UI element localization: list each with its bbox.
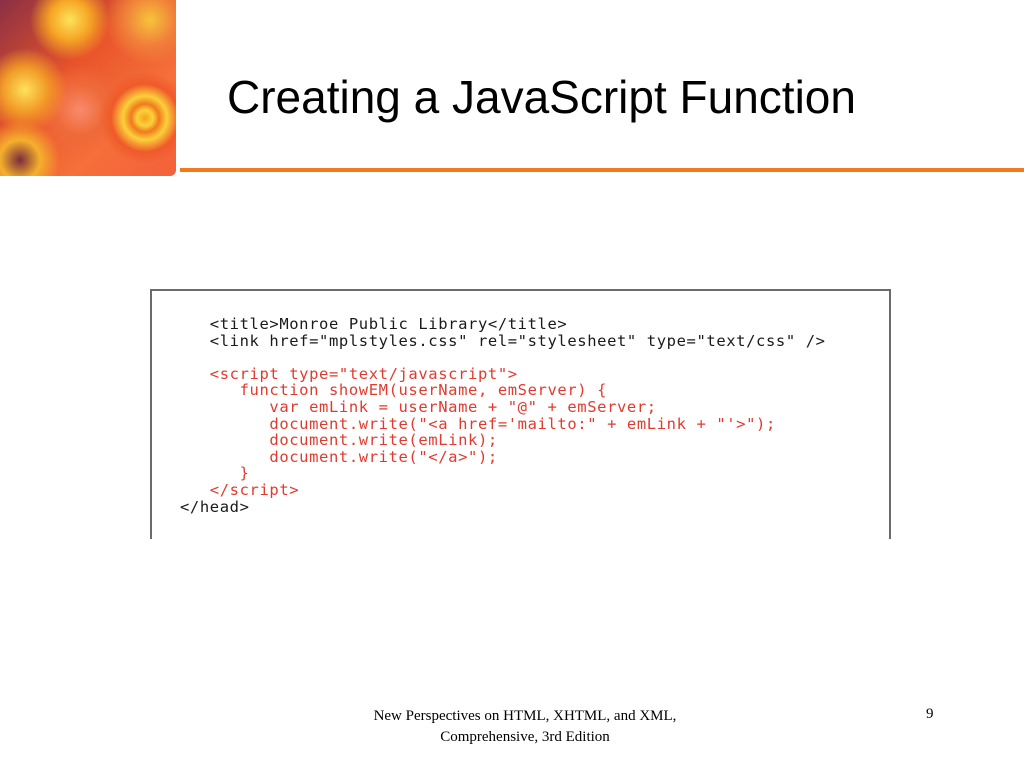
- code-line-text: <script type="text/javascript">: [209, 364, 518, 383]
- footer-line-2: Comprehensive, 3rd Edition: [440, 729, 610, 745]
- slide-title: Creating a JavaScript Function: [227, 71, 856, 123]
- code-line-text: var emLink = userName + "@" + emServer;: [269, 397, 657, 416]
- code-line-text: }: [239, 464, 250, 483]
- code-line: <link href="mplstyles.css" rel="styleshe…: [180, 331, 826, 350]
- code-line: </head>: [180, 497, 826, 516]
- code-line-text: document.write("<a href='mailto:" + emLi…: [269, 414, 776, 433]
- title-divider: [180, 168, 1024, 172]
- code-line-text: </script>: [209, 480, 300, 499]
- code-listing: <title>Monroe Public Library</title> <li…: [180, 316, 826, 515]
- page-number: 9: [926, 706, 934, 722]
- code-line: function showEM(userName, emServer) {: [180, 382, 826, 399]
- code-screenshot: <title>Monroe Public Library</title> <li…: [150, 289, 891, 539]
- code-line: <title>Monroe Public Library</title>: [180, 316, 826, 333]
- footer-text: New Perspectives on HTML, XHTML, and XML…: [330, 706, 720, 748]
- code-line-text: </head>: [180, 497, 250, 516]
- code-line: <script type="text/javascript">: [180, 364, 826, 383]
- decorative-kaleidoscope-image: [0, 0, 176, 176]
- footer-line-1: New Perspectives on HTML, XHTML, and XML…: [373, 708, 677, 724]
- code-line: document.write(emLink);: [180, 432, 826, 449]
- code-line-text: document.write(emLink);: [269, 431, 498, 450]
- code-line: </script>: [180, 482, 826, 499]
- code-line-text: document.write("</a>");: [269, 447, 498, 466]
- code-line-text: <link href="mplstyles.css" rel="styleshe…: [209, 331, 826, 350]
- code-line: document.write("<a href='mailto:" + emLi…: [180, 414, 826, 433]
- code-line: document.write("</a>");: [180, 447, 826, 466]
- code-line: var emLink = userName + "@" + emServer;: [180, 399, 826, 416]
- code-line-text: <title>Monroe Public Library</title>: [209, 315, 568, 333]
- code-line-text: function showEM(userName, emServer) {: [239, 381, 608, 400]
- code-line: }: [180, 465, 826, 482]
